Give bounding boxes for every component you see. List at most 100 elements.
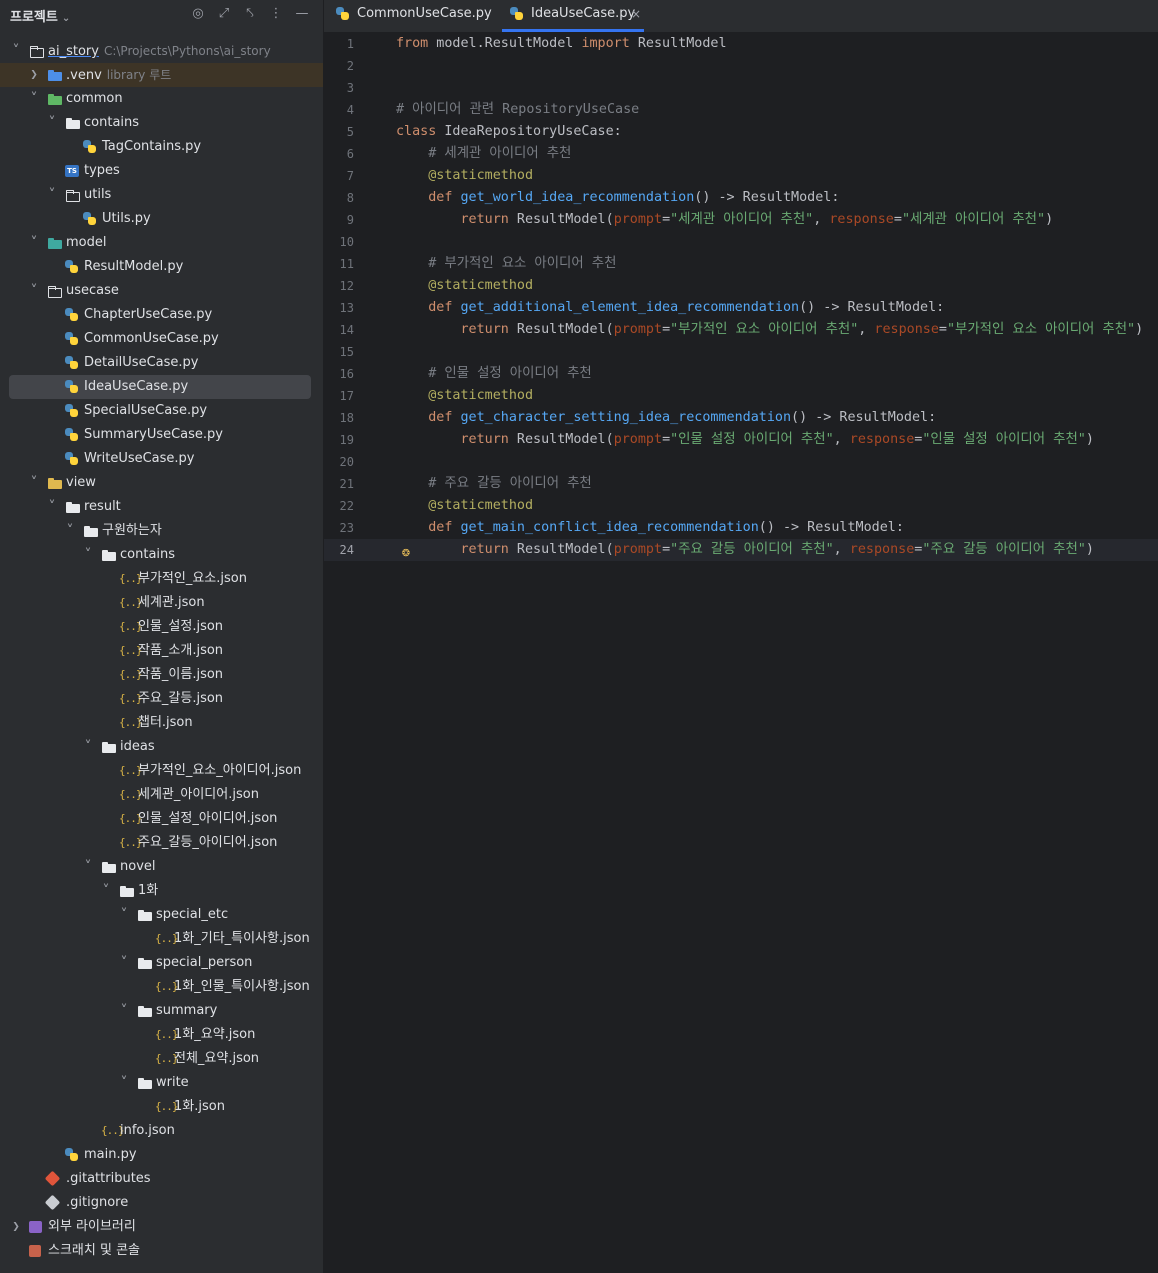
tree-item[interactable]: SummaryUseCase.py [0, 423, 323, 447]
tree-item[interactable]: IdeaUseCase.py [0, 375, 323, 399]
chevron-down-icon[interactable]: ˅ [28, 471, 40, 495]
tree-item[interactable]: ˅ result [0, 495, 323, 519]
tree-item[interactable]: {..} 부가적인_요소.json [0, 567, 323, 591]
code-line[interactable]: 7 @staticmethod [324, 165, 1158, 187]
chevron-down-icon[interactable]: ˅ [82, 855, 94, 879]
tree-item[interactable]: ResultModel.py [0, 255, 323, 279]
tree-item[interactable]: SpecialUseCase.py [0, 399, 323, 423]
tree-item[interactable]: {..} 전체_요약.json [0, 1047, 323, 1071]
chevron-down-icon[interactable]: ˅ [118, 903, 130, 927]
tree-item[interactable]: DetailUseCase.py [0, 351, 323, 375]
tree-item[interactable]: .gitignore [0, 1191, 323, 1215]
tree-item[interactable]: {..} 작품_이름.json [0, 663, 323, 687]
tree-item[interactable]: ˅ special_person [0, 951, 323, 975]
locate-icon[interactable]: ◎ [189, 5, 207, 23]
chevron-down-icon[interactable]: ˅ [28, 279, 40, 303]
code-line[interactable]: 10 [324, 231, 1158, 253]
chevron-down-icon[interactable]: ˅ [46, 183, 58, 207]
tree-item[interactable]: ˅ 1화 [0, 879, 323, 903]
tree-item[interactable]: {..} 챕터.json [0, 711, 323, 735]
code-line[interactable]: 24 ❂ return ResultModel(prompt="주요 갈등 아이디… [324, 539, 1158, 561]
code-editor[interactable]: 1 from model.ResultModel import ResultMod… [324, 33, 1158, 1273]
tree-item[interactable]: ❯ 외부 라이브러리 [0, 1215, 323, 1239]
chevron-down-icon[interactable]: ˅ [64, 519, 76, 543]
chevron-down-icon[interactable]: ˅ [28, 87, 40, 111]
tree-item[interactable]: {..} 세계관.json [0, 591, 323, 615]
tree-item[interactable]: 스크래치 및 콘솔 [0, 1239, 323, 1263]
tree-item[interactable]: ChapterUseCase.py [0, 303, 323, 327]
code-line[interactable]: 4 # 아이디어 관련 RepositoryUseCase [324, 99, 1158, 121]
tree-item[interactable]: WriteUseCase.py [0, 447, 323, 471]
tree-item[interactable]: {..} 1화_기타_특이사항.json [0, 927, 323, 951]
tree-item[interactable]: ˅ write [0, 1071, 323, 1095]
code-line[interactable]: 12 @staticmethod [324, 275, 1158, 297]
code-line[interactable]: 17 @staticmethod [324, 385, 1158, 407]
chevron-down-icon[interactable]: ˅ [100, 879, 112, 903]
code-line[interactable]: 19 return ResultModel(prompt="인물 설정 아이디어… [324, 429, 1158, 451]
tree-item[interactable]: {..} 부가적인_요소_아이디어.json [0, 759, 323, 783]
tree-item[interactable]: ˅ ideas [0, 735, 323, 759]
tree-item[interactable]: main.py [0, 1143, 323, 1167]
project-view-selector[interactable]: 프로젝트 ⌄ [10, 6, 70, 25]
chevron-down-icon[interactable]: ˅ [118, 999, 130, 1023]
tree-item[interactable]: .gitattributes [0, 1167, 323, 1191]
code-line[interactable]: 14 return ResultModel(prompt="부가적인 요소 아이… [324, 319, 1158, 341]
tree-item[interactable]: {..} 1화_인물_특이사항.json [0, 975, 323, 999]
chevron-down-icon[interactable]: ˅ [118, 951, 130, 975]
tree-item[interactable]: ˅ contains [0, 543, 323, 567]
tree-item[interactable]: {..} 세계관_아이디어.json [0, 783, 323, 807]
code-line[interactable]: 21 # 주요 갈등 아이디어 추천 [324, 473, 1158, 495]
code-line[interactable]: 9 return ResultModel(prompt="세계관 아이디어 추천… [324, 209, 1158, 231]
chevron-down-icon[interactable]: ˅ [118, 1071, 130, 1095]
chevron-down-icon[interactable]: ˅ [46, 495, 58, 519]
chevron-right-icon[interactable]: ❯ [28, 63, 40, 87]
tree-item[interactable]: {..} 인물_설정_아이디어.json [0, 807, 323, 831]
tree-item[interactable]: ˅ utils [0, 183, 323, 207]
code-line[interactable]: 8 def get_world_idea_recommendation() ->… [324, 187, 1158, 209]
chevron-down-icon[interactable]: ˅ [28, 231, 40, 255]
tree-item[interactable]: TagContains.py [0, 135, 323, 159]
tree-item[interactable]: {..} 1화.json [0, 1095, 323, 1119]
chevron-down-icon[interactable]: ˅ [10, 39, 22, 63]
tree-item[interactable]: CommonUseCase.py [0, 327, 323, 351]
tree-item[interactable]: ˅ common [0, 87, 323, 111]
tree-item[interactable]: {..} 주요_갈등.json [0, 687, 323, 711]
tree-item[interactable]: ˅ summary [0, 999, 323, 1023]
tree-item[interactable]: {..} 인물_설정.json [0, 615, 323, 639]
chevron-down-icon[interactable]: ˅ [82, 735, 94, 759]
tree-item[interactable]: ˅ special_etc [0, 903, 323, 927]
tree-item[interactable]: ˅ usecase [0, 279, 323, 303]
tree-item[interactable]: ˅ contains [0, 111, 323, 135]
collapse-all-icon[interactable]: ⤣ [241, 5, 259, 23]
code-line[interactable]: 20 [324, 451, 1158, 473]
chevron-down-icon[interactable]: ˅ [46, 111, 58, 135]
tree-item[interactable]: {..} 작품_소개.json [0, 639, 323, 663]
more-options-icon[interactable]: ⋮ [267, 5, 285, 23]
code-line[interactable]: 13 def get_additional_element_idea_recom… [324, 297, 1158, 319]
code-line[interactable]: 15 [324, 341, 1158, 363]
code-line[interactable]: 1 from model.ResultModel import ResultMod… [324, 33, 1158, 55]
tab-common-use-case[interactable]: CommonUseCase.py [336, 0, 496, 32]
code-line[interactable]: 22 @staticmethod [324, 495, 1158, 517]
tab-idea-use-case[interactable]: IdeaUseCase.py × [502, 0, 644, 32]
code-line[interactable]: 11 # 부가적인 요소 아이디어 추천 [324, 253, 1158, 275]
tree-item[interactable]: ❯ .venv library 루트 [0, 63, 323, 87]
code-line[interactable]: 3 [324, 77, 1158, 99]
code-line[interactable]: 16 # 인물 설정 아이디어 추천 [324, 363, 1158, 385]
code-line[interactable]: 18 def get_character_setting_idea_recomm… [324, 407, 1158, 429]
tree-item[interactable]: ˅ 구원하는자 [0, 519, 323, 543]
code-line[interactable]: 6 # 세계관 아이디어 추천 [324, 143, 1158, 165]
tree-item[interactable]: {..} info.json [0, 1119, 323, 1143]
tree-item[interactable]: {..} 1화_요약.json [0, 1023, 323, 1047]
tree-item[interactable]: ˅ ai_story C:\Projects\Pythons\ai_story [0, 39, 323, 63]
tree-item[interactable]: Utils.py [0, 207, 323, 231]
minimize-icon[interactable]: — [293, 5, 311, 23]
tree-item[interactable]: TS types [0, 159, 323, 183]
code-line[interactable]: 5 class IdeaRepositoryUseCase: [324, 121, 1158, 143]
chevron-down-icon[interactable]: ˅ [82, 543, 94, 567]
tree-item[interactable]: {..} 주요_갈등_아이디어.json [0, 831, 323, 855]
chevron-right-icon[interactable]: ❯ [10, 1215, 22, 1239]
expand-all-icon[interactable]: ⤢ [215, 5, 233, 23]
tree-item[interactable]: ˅ novel [0, 855, 323, 879]
tree-item[interactable]: ˅ view [0, 471, 323, 495]
